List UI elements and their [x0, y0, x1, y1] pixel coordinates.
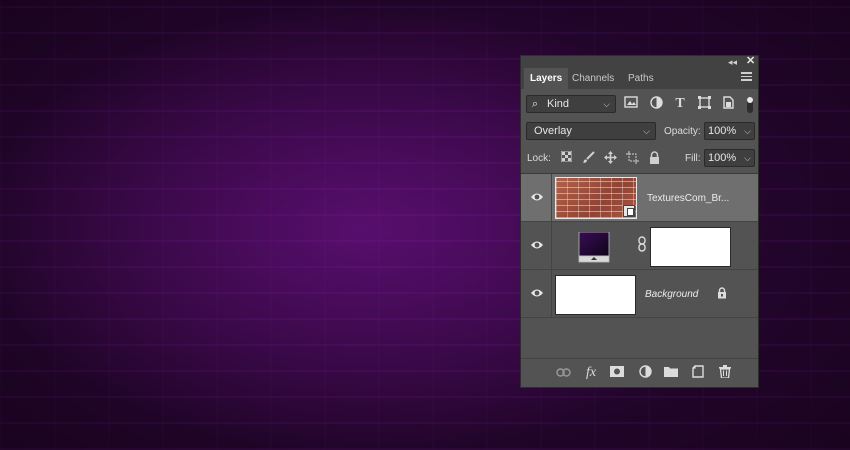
lock-position-move-icon[interactable] — [603, 151, 617, 165]
collapse-panel-icon[interactable]: ◂◂ — [728, 56, 737, 68]
layers-bottom-toolbar: fx — [521, 358, 758, 387]
filter-toggle-switch[interactable] — [747, 97, 753, 113]
panel-title-bar[interactable]: ◂◂ ✕ — [521, 55, 758, 68]
chevron-down-icon: ⌵ — [643, 126, 650, 136]
tab-paths[interactable]: Paths — [622, 68, 660, 89]
shape-filter-icon[interactable] — [696, 96, 712, 112]
panel-menu-icon[interactable] — [741, 72, 752, 81]
fill-label: Fill: — [685, 153, 701, 164]
gradient-map-adjustment-icon[interactable] — [578, 231, 610, 264]
eye-visibility-icon[interactable] — [530, 287, 544, 299]
eye-visibility-icon[interactable] — [530, 191, 544, 203]
tab-channels[interactable]: Channels — [566, 68, 620, 89]
group-folder-icon[interactable] — [663, 365, 679, 381]
fx-icon[interactable]: fx — [583, 365, 599, 381]
row-separator — [551, 174, 552, 222]
adjustment-filter-icon[interactable] — [648, 96, 664, 112]
layer-row-background[interactable]: Background — [521, 270, 758, 318]
lock-transparent-pixels-icon[interactable] — [559, 150, 573, 165]
background-lock-icon[interactable] — [717, 287, 727, 302]
lock-artboard-icon[interactable] — [625, 151, 639, 165]
smart-object-filter-icon[interactable] — [720, 96, 736, 112]
eye-visibility-icon[interactable] — [530, 239, 544, 251]
lock-label: Lock: — [527, 153, 551, 164]
chevron-down-icon[interactable]: ⌵ — [744, 123, 751, 139]
layer-name[interactable]: TexturesCom_Br... — [647, 193, 729, 204]
opacity-value: 100% — [708, 125, 737, 137]
row-separator — [551, 270, 552, 318]
fill-field[interactable]: 100% ⌵ — [704, 149, 755, 167]
smart-object-badge-icon — [623, 205, 635, 217]
image-filter-icon[interactable] — [623, 96, 639, 112]
add-mask-icon[interactable] — [609, 365, 625, 381]
blend-mode-value: Overlay — [534, 125, 572, 137]
kind-filter-select[interactable]: ⌕ Kind ⌵ — [526, 95, 616, 113]
layers-panel: ◂◂ ✕ Layers Channels Paths ⌕ Kind ⌵ T Ov… — [520, 55, 759, 388]
opacity-field[interactable]: 100% ⌵ — [704, 122, 755, 140]
mask-link-chain-icon[interactable] — [637, 236, 649, 254]
row-separator — [551, 222, 552, 270]
smart-object-thumbnail[interactable] — [555, 177, 637, 219]
tab-layers[interactable]: Layers — [524, 68, 569, 89]
layers-list: TexturesCom_Br... Background — [521, 173, 758, 338]
layer-row-texture[interactable]: TexturesCom_Br... — [521, 174, 758, 222]
type-filter-icon[interactable]: T — [672, 96, 688, 112]
link-icon[interactable] — [555, 365, 571, 381]
layer-row-gradient-map[interactable] — [521, 222, 758, 270]
lock-image-pixels-brush-icon[interactable] — [581, 151, 595, 165]
close-icon[interactable]: ✕ — [746, 55, 755, 67]
kind-filter-label: Kind — [547, 98, 570, 110]
opacity-label: Opacity: — [664, 126, 701, 137]
search-icon: ⌕ — [532, 98, 539, 110]
layer-mask-thumbnail[interactable] — [650, 227, 731, 267]
chevron-down-icon[interactable]: ⌵ — [744, 150, 751, 166]
trash-icon[interactable] — [717, 365, 733, 381]
new-layer-icon[interactable] — [690, 365, 706, 381]
panel-tabs: Layers Channels Paths — [521, 68, 758, 89]
chevron-down-icon: ⌵ — [603, 99, 610, 109]
lock-all-icon[interactable] — [647, 151, 661, 165]
adjustment-icon[interactable] — [637, 365, 653, 381]
background-thumbnail[interactable] — [555, 275, 636, 315]
blend-mode-select[interactable]: Overlay ⌵ — [526, 122, 656, 140]
layer-name[interactable]: Background — [645, 289, 698, 300]
fill-value: 100% — [708, 152, 737, 164]
